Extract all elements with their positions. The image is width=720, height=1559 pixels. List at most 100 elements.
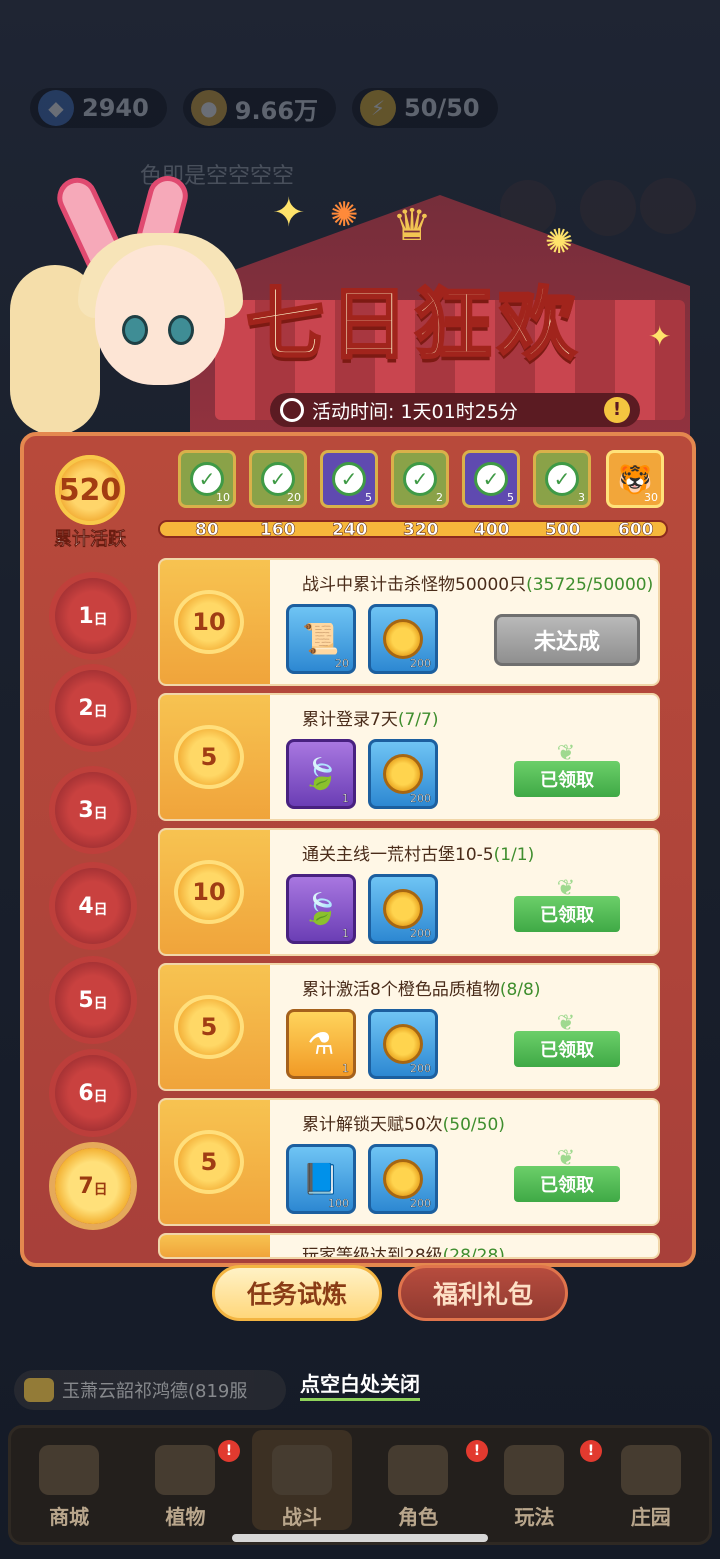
nav-gameplay[interactable]: 玩法 <box>484 1430 584 1530</box>
reward-chest[interactable]: ✓ 5 <box>462 450 520 508</box>
day-number: 6 <box>78 1080 94 1106</box>
reward-chest[interactable]: ✓ 10 <box>178 450 236 508</box>
item-quantity: 200 <box>410 927 431 940</box>
nav-label: 战斗 <box>281 1505 322 1529</box>
potion-icon: ⚗ <box>307 1026 335 1062</box>
milestone-label: 240 <box>332 520 368 541</box>
day-tab-2[interactable]: 2日 <box>55 670 131 746</box>
nav-label: 植物 <box>165 1505 206 1529</box>
book-icon: 📘 <box>302 1161 340 1197</box>
character-icon <box>388 1445 449 1495</box>
leaf-icon: 🍃 <box>302 756 340 792</box>
not-completed-button[interactable]: 未达成 <box>494 614 640 666</box>
task-card: 5 累计激活8个橙色品质植物(8/8) ⚗ 1 200 ❦ 已领取 <box>158 963 660 1091</box>
task-description: 累计登录7天(7/7) <box>302 705 438 730</box>
reward-item[interactable]: 📜 20 <box>286 604 356 674</box>
item-quantity: 1 <box>342 927 349 940</box>
check-icon: ✓ <box>545 462 579 496</box>
reward-chest[interactable]: ✓ 3 <box>533 450 591 508</box>
total-activity: 520 累计活跃 <box>40 455 140 550</box>
event-time-text: 活动时间: 1天01时25分 <box>312 400 518 423</box>
event-title: 七日狂欢 <box>244 279 583 372</box>
close-hint[interactable]: 点空白处关闭 <box>0 1368 720 1401</box>
coin-icon <box>383 1159 423 1199</box>
reward-item[interactable]: 📘 100 <box>286 1144 356 1214</box>
reward-chests: ✓ 10 ✓ 20 ✓ 5 ✓ 2 ✓ 5 ✓ 3 🐯 30 <box>178 450 668 510</box>
activity-points-badge: 520 <box>55 455 125 525</box>
reward-item[interactable]: 🍃 1 <box>286 739 356 809</box>
tab-welfare-gift[interactable]: 福利礼包 <box>398 1265 568 1321</box>
task-progress: (35725/50000) <box>526 575 654 595</box>
chest-count: 2 <box>436 491 443 504</box>
firework-icon: ✺ <box>545 222 574 262</box>
tab-task-trial[interactable]: 任务试炼 <box>212 1265 382 1321</box>
day-tab-1[interactable]: 1日 <box>55 578 131 654</box>
gameplay-icon <box>504 1445 565 1495</box>
day-unit: 日 <box>93 806 108 822</box>
reward-chest[interactable]: ✓ 2 <box>391 450 449 508</box>
day-tab-6[interactable]: 6日 <box>55 1055 131 1131</box>
day-number: 5 <box>78 987 94 1013</box>
item-quantity: 200 <box>410 657 431 670</box>
day-number: 2 <box>78 695 94 721</box>
coin-icon <box>383 619 423 659</box>
task-progress: (8/8) <box>499 980 541 1000</box>
task-text: 累计解锁天赋50次 <box>302 1115 443 1135</box>
day-tab-4[interactable]: 4日 <box>55 868 131 944</box>
chest-count: 10 <box>216 491 230 504</box>
reward-chest[interactable]: ✓ 5 <box>320 450 378 508</box>
reward-item[interactable]: 200 <box>368 874 438 944</box>
task-card: 10 通关主线一荒村古堡10-5(1/1) 🍃 1 200 ❦ 已领取 <box>158 828 660 956</box>
task-description: 累计解锁天赋50次(50/50) <box>302 1110 505 1135</box>
reward-chest[interactable]: ✓ 20 <box>249 450 307 508</box>
reward-item[interactable]: 200 <box>368 1009 438 1079</box>
coin-icon <box>383 1024 423 1064</box>
reward-item[interactable]: ⚗ 1 <box>286 1009 356 1079</box>
item-quantity: 200 <box>410 792 431 805</box>
manor-icon <box>620 1445 681 1495</box>
chest-count: 5 <box>365 491 372 504</box>
task-description: 战斗中累计击杀怪物50000只(35725/50000) <box>302 570 653 595</box>
task-text: 战斗中累计击杀怪物50000只 <box>302 575 527 595</box>
grand-reward-chest[interactable]: 🐯 30 <box>606 450 664 508</box>
claimed-badge: 已领取 <box>514 896 620 932</box>
day-tab-5[interactable]: 5日 <box>55 962 131 1038</box>
reward-item[interactable]: 🍃 1 <box>286 874 356 944</box>
chest-count: 30 <box>644 491 658 504</box>
day-tab-3[interactable]: 3日 <box>55 772 131 848</box>
mystery-scroll-icon: 📜 <box>302 621 340 657</box>
nav-shop[interactable]: 商城 <box>19 1430 119 1530</box>
day-unit: 日 <box>93 996 108 1012</box>
nav-label: 商城 <box>49 1505 90 1529</box>
item-quantity: 1 <box>342 792 349 805</box>
chest-count: 5 <box>507 491 514 504</box>
day-unit: 日 <box>93 704 108 720</box>
task-points: 10 <box>174 860 244 924</box>
day-number: 3 <box>78 797 94 823</box>
crown-icon: ♛ <box>392 200 432 251</box>
reward-item[interactable]: 200 <box>368 1144 438 1214</box>
nav-label: 庄园 <box>630 1505 671 1529</box>
milestone-label: 160 <box>260 520 296 541</box>
task-description: 累计激活8个橙色品质植物(8/8) <box>302 975 540 1000</box>
activity-label: 累计活跃 <box>54 529 127 551</box>
milestone-label: 600 <box>618 520 654 541</box>
reward-item[interactable]: 200 <box>368 739 438 809</box>
home-indicator[interactable] <box>232 1534 488 1542</box>
task-text: 通关主线一荒村古堡10-5 <box>302 845 494 865</box>
task-text: 累计登录7天 <box>302 710 398 730</box>
nav-character[interactable]: 角色 <box>368 1430 468 1530</box>
item-quantity: 100 <box>328 1197 349 1210</box>
task-text: 累计激活8个橙色品质植物 <box>302 980 500 1000</box>
nav-manor[interactable]: 庄园 <box>601 1430 701 1530</box>
leaf-icon: 🍃 <box>302 891 340 927</box>
task-progress: (28/28) <box>442 1246 505 1259</box>
task-description: 通关主线一荒村古堡10-5(1/1) <box>302 840 534 865</box>
item-quantity: 1 <box>342 1062 349 1075</box>
day-tab-7[interactable]: 7日 <box>55 1148 131 1224</box>
info-icon[interactable]: ! <box>604 397 630 423</box>
task-points: 5 <box>174 725 244 789</box>
nav-battle[interactable]: 战斗 <box>251 1430 352 1530</box>
sparkle-icon: ✦ <box>648 320 672 353</box>
reward-item[interactable]: 200 <box>368 604 438 674</box>
